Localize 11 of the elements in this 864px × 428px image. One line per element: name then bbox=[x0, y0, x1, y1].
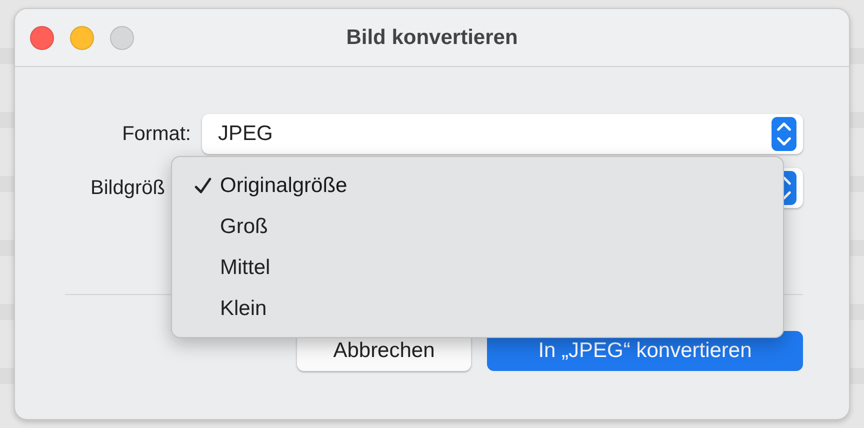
window-title: Bild konvertieren bbox=[346, 26, 518, 50]
window-control-icon[interactable] bbox=[110, 26, 134, 50]
popup-field[interactable]: JPEG bbox=[202, 114, 803, 154]
field-label: Format: bbox=[121, 122, 191, 146]
menu-item[interactable]: Groß bbox=[220, 214, 268, 238]
menu-item[interactable]: Klein bbox=[220, 296, 267, 320]
window-control-icon[interactable] bbox=[70, 26, 94, 50]
window-control-icon[interactable] bbox=[30, 26, 54, 50]
field-label: Bildgröß bbox=[90, 176, 166, 200]
menu-item[interactable]: Originalgröße bbox=[220, 174, 348, 198]
menu-item[interactable]: Mittel bbox=[220, 256, 270, 280]
